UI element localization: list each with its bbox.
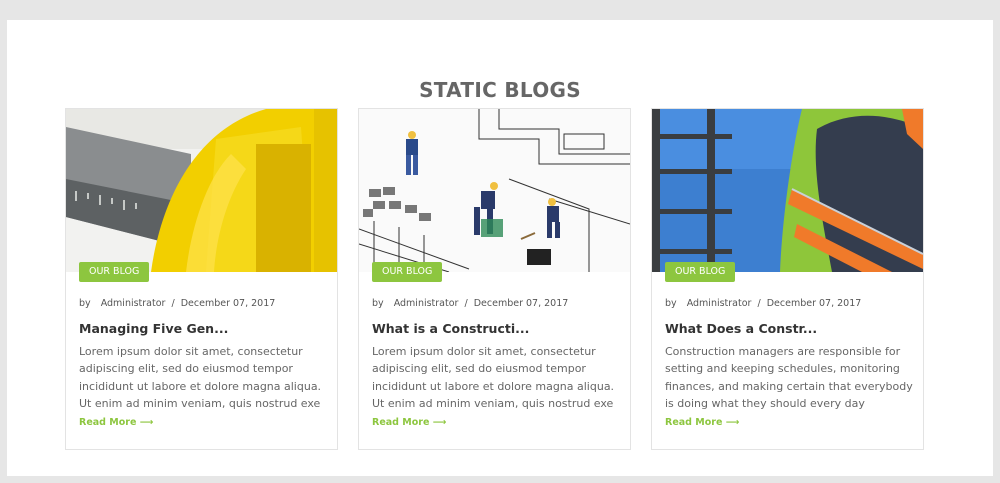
meta-author[interactable]: Administrator	[101, 298, 166, 309]
meta-date: December 07, 2017	[766, 298, 862, 309]
blog-card[interactable]: OUR BLOG by Administrator / December 07,…	[651, 108, 924, 450]
blog-card[interactable]: OUR BLOG by Administrator / December 07,…	[358, 108, 631, 450]
hard-hat-image	[66, 109, 337, 272]
blueprint-image	[359, 109, 630, 272]
blog-card-title[interactable]: What is a Constructi...	[372, 321, 529, 336]
read-more-link[interactable]: Read More ⟶	[79, 417, 153, 428]
meta-separator: /	[464, 298, 468, 309]
post-meta: by Administrator / December 07, 2017	[79, 298, 278, 309]
meta-by: by	[665, 298, 677, 309]
blog-card-image[interactable]	[652, 109, 923, 272]
category-badge[interactable]: OUR BLOG	[665, 262, 736, 282]
meta-author[interactable]: Administrator	[687, 298, 752, 309]
blog-card[interactable]: OUR BLOG by Administrator / December 07,…	[65, 108, 338, 450]
meta-author[interactable]: Administrator	[394, 298, 459, 309]
meta-date: December 07, 2017	[473, 298, 569, 309]
section-title: STATIC BLOGS	[419, 78, 581, 102]
read-more-link[interactable]: Read More ⟶	[372, 417, 446, 428]
meta-by: by	[372, 298, 384, 309]
meta-date: December 07, 2017	[180, 298, 276, 309]
read-more-link[interactable]: Read More ⟶	[665, 417, 739, 428]
safety-vest-image	[652, 109, 923, 272]
blog-card-image[interactable]	[66, 109, 337, 272]
post-meta: by Administrator / December 07, 2017	[665, 298, 864, 309]
meta-separator: /	[171, 298, 175, 309]
category-badge[interactable]: OUR BLOG	[372, 262, 443, 282]
meta-by: by	[79, 298, 91, 309]
blog-card-title[interactable]: Managing Five Gen...	[79, 321, 228, 336]
blog-card-excerpt: Lorem ipsum dolor sit amet, consectetur …	[372, 345, 615, 410]
blog-card-image[interactable]	[359, 109, 630, 272]
blog-card-excerpt: Lorem ipsum dolor sit amet, consectetur …	[79, 345, 322, 410]
post-meta: by Administrator / December 07, 2017	[372, 298, 571, 309]
category-badge[interactable]: OUR BLOG	[79, 262, 150, 282]
blog-card-title[interactable]: What Does a Constr...	[665, 321, 817, 336]
blog-card-excerpt: Construction managers are responsible fo…	[665, 345, 913, 410]
meta-separator: /	[757, 298, 761, 309]
